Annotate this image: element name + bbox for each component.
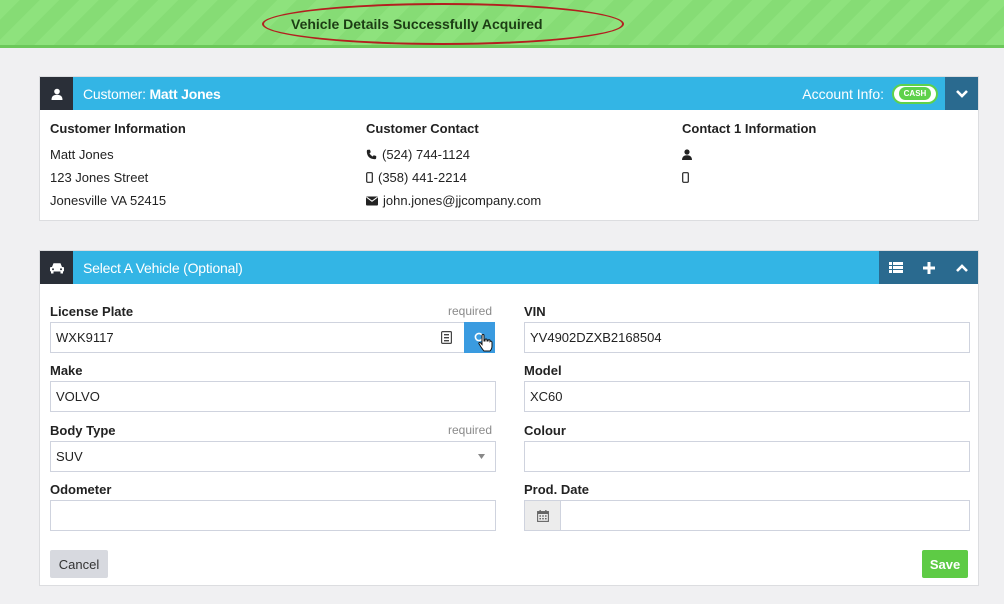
model-label: Model <box>524 363 562 378</box>
prod-date-label: Prod. Date <box>524 482 590 497</box>
vin-input[interactable]: YV4902DZXB2168504 <box>524 322 970 353</box>
customer-street: 123 Jones Street <box>50 170 149 185</box>
customer-title: Customer: Matt Jones <box>83 86 221 102</box>
colour-input[interactable] <box>524 441 970 472</box>
add-vehicle-button[interactable] <box>912 251 945 284</box>
highlight-ellipse <box>262 3 624 45</box>
body-type-value: SUV <box>56 449 83 464</box>
customer-info-heading: Customer Information <box>50 121 186 136</box>
license-plate-label: License Plate <box>50 304 134 319</box>
contact1-name-row <box>682 143 816 166</box>
collapse-customer-button[interactable] <box>945 77 978 110</box>
id-card-icon[interactable] <box>441 331 452 344</box>
calendar-icon <box>536 509 549 522</box>
phone-row: (524) 744-1124 <box>366 143 541 166</box>
contact1-mobile-row <box>682 166 816 189</box>
mobile-row: (358) 441-2214 <box>366 166 541 189</box>
account-info-label: Account Info: <box>802 85 884 102</box>
customer-title-name: Matt Jones <box>149 85 221 102</box>
vehicle-header-actions <box>879 251 978 284</box>
body-type-label: Body Type <box>50 423 116 438</box>
vehicle-panel-title: Select A Vehicle (Optional) <box>83 259 243 276</box>
car-icon <box>40 251 73 284</box>
envelope-icon <box>366 196 378 205</box>
account-badge: CASH <box>892 83 938 104</box>
vehicle-panel-header: Select A Vehicle (Optional) <box>40 251 978 284</box>
body-type-select[interactable]: SUV <box>50 441 496 472</box>
email-row: john.jones@jjcompany.com <box>366 189 541 212</box>
colour-label: Colour <box>524 423 566 438</box>
list-icon <box>888 262 903 273</box>
customer-city: Jonesville VA 52415 <box>50 193 167 208</box>
user-icon <box>682 149 692 160</box>
license-plate-value: WXK9117 <box>56 330 114 345</box>
make-input[interactable]: VOLVO <box>50 381 496 412</box>
model-input[interactable]: XC60 <box>524 381 970 412</box>
chevron-down-icon <box>955 89 968 98</box>
chevron-up-icon <box>955 263 968 272</box>
customer-panel-header: Customer: Matt Jones Account Info: CASH <box>40 77 978 110</box>
body-type-required: required <box>448 423 493 437</box>
caret-down-icon <box>478 454 485 459</box>
phone-number: (524) 744-1124 <box>382 147 470 162</box>
customer-name: Matt Jones <box>50 147 114 162</box>
customer-information: Customer Information Matt Jones 123 Jone… <box>50 121 186 212</box>
mobile-icon <box>682 172 689 183</box>
save-button[interactable]: Save <box>922 550 968 578</box>
license-plate-input[interactable]: WXK9117 <box>50 322 474 353</box>
prod-date-input[interactable] <box>560 500 970 531</box>
customer-contact-heading: Customer Contact <box>366 121 479 136</box>
license-plate-required: required <box>448 304 493 318</box>
calendar-button[interactable] <box>524 500 561 531</box>
cancel-button[interactable]: Cancel <box>50 550 108 578</box>
plus-icon <box>922 261 935 274</box>
contact1-information: Contact 1 Information <box>682 121 816 189</box>
hand-cursor-icon <box>478 334 493 352</box>
customer-panel: Customer: Matt Jones Account Info: CASH … <box>39 76 979 221</box>
vehicle-panel: Select A Vehicle (Optional) License Plat… <box>39 250 979 586</box>
mobile-number: (358) 441-2214 <box>378 170 467 185</box>
success-banner: Vehicle Details Successfully Acquired <box>0 0 1004 48</box>
odometer-label: Odometer <box>50 482 112 497</box>
customer-contact: Customer Contact (524) 744-1124 (358) 44… <box>366 121 541 212</box>
odometer-input[interactable] <box>50 500 496 531</box>
contact1-heading: Contact 1 Information <box>682 121 817 136</box>
account-info: Account Info: CASH <box>802 77 938 110</box>
mobile-icon <box>366 172 373 183</box>
vehicle-list-button[interactable] <box>879 251 912 284</box>
vin-value: YV4902DZXB2168504 <box>530 330 662 345</box>
account-badge-text: CASH <box>898 87 932 100</box>
make-value: VOLVO <box>56 389 100 404</box>
vin-label: VIN <box>524 304 546 319</box>
phone-icon <box>366 149 377 160</box>
make-label: Make <box>50 363 83 378</box>
user-icon <box>40 77 73 110</box>
model-value: XC60 <box>530 389 563 404</box>
collapse-vehicle-button[interactable] <box>945 251 978 284</box>
email-link[interactable]: john.jones@jjcompany.com <box>383 193 541 208</box>
customer-title-prefix: Customer: <box>83 85 150 102</box>
